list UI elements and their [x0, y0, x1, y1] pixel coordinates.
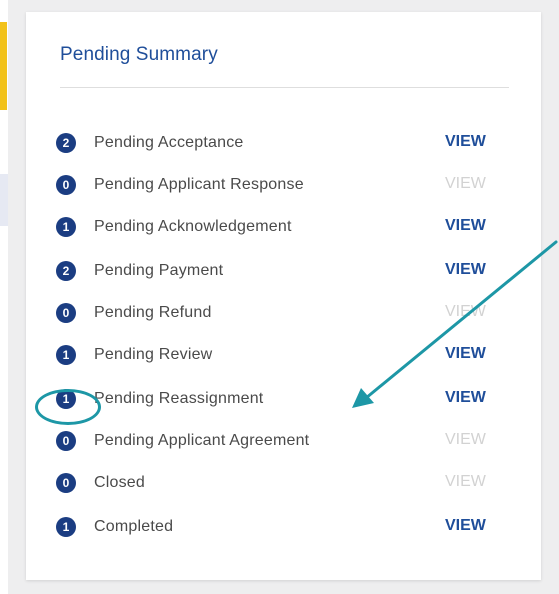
annotation-arrow-icon [352, 240, 558, 408]
